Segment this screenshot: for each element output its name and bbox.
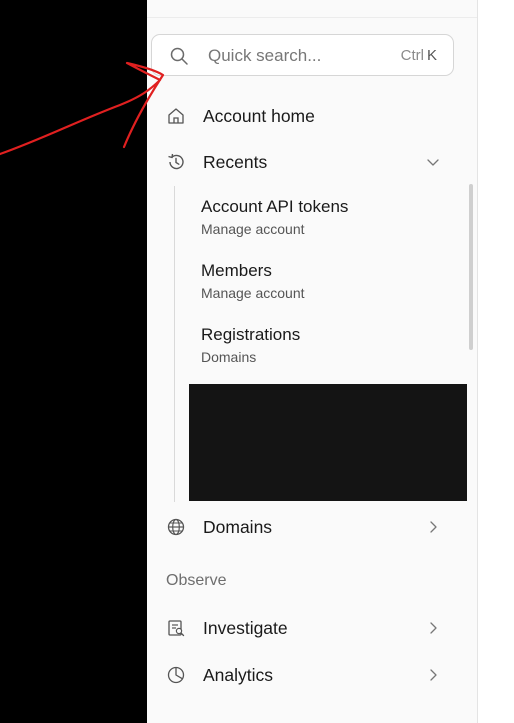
chevron-right-icon [425, 620, 441, 636]
chevron-right-icon [425, 519, 441, 535]
home-icon [166, 106, 186, 126]
recent-item-subtitle: Domains [201, 349, 257, 365]
recent-item-subtitle: Manage account [201, 221, 305, 237]
quick-search-box[interactable]: CtrlK [151, 34, 454, 76]
nav-label-analytics: Analytics [203, 665, 274, 685]
nav-label-recents: Recents [203, 152, 268, 172]
recents-tree-line [174, 186, 175, 502]
divider [147, 17, 477, 18]
chevron-down-icon[interactable] [425, 154, 441, 170]
pie-chart-icon [166, 665, 186, 685]
section-heading-observe: Observe [166, 572, 227, 589]
recent-item-account-api-tokens[interactable]: Account API tokens Manage account [201, 197, 461, 249]
nav-item-account-home[interactable]: Account home [147, 96, 477, 136]
recent-item-title: Registrations [201, 325, 301, 344]
recent-item-members[interactable]: Members Manage account [201, 261, 461, 313]
nav-item-recents[interactable]: Recents [147, 142, 477, 182]
history-icon [166, 152, 186, 172]
nav-item-investigate[interactable]: Investigate [147, 608, 477, 648]
nav-label-account-home: Account home [203, 106, 315, 126]
nav-item-domains[interactable]: Domains [147, 507, 477, 547]
investigate-icon [166, 618, 186, 638]
shortcut-key: K [426, 47, 437, 64]
recent-item-registrations[interactable]: Registrations Domains [201, 325, 461, 377]
main-content-panel [477, 0, 514, 723]
keyboard-shortcut-hint: Ctrl K [401, 47, 437, 64]
sidebar: CtrlK Account home Recents Account API t… [147, 0, 477, 723]
search-icon [169, 46, 189, 66]
recent-item-subtitle: Manage account [201, 285, 305, 301]
redacted-region [189, 384, 467, 501]
chevron-right-icon [425, 667, 441, 683]
search-input[interactable] [206, 44, 390, 68]
sidebar-scrollbar[interactable] [469, 184, 473, 350]
nav-item-analytics[interactable]: Analytics [147, 655, 477, 695]
nav-label-investigate: Investigate [203, 618, 288, 638]
nav-label-domains: Domains [203, 517, 273, 537]
globe-icon [166, 517, 186, 537]
recent-item-title: Members [201, 261, 272, 280]
shortcut-modifier: Ctrl [400, 47, 424, 64]
recent-item-title: Account API tokens [201, 197, 349, 216]
